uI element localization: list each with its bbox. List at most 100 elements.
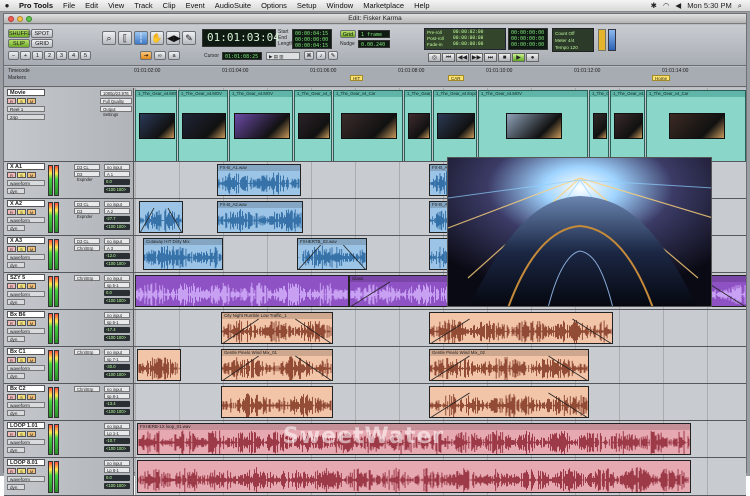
zoom-out-button[interactable]: − — [8, 51, 19, 60]
audio-clip[interactable]: Gentle Pinelo Wind Mix_02 — [429, 349, 589, 381]
link-timeline-icon[interactable]: ∞ — [154, 51, 166, 60]
menu-pro-tools[interactable]: Pro Tools — [14, 1, 58, 10]
scrubber-tool-icon[interactable]: ◀▶ — [166, 31, 181, 45]
conductor-icon[interactable] — [598, 29, 606, 51]
record-enable-button[interactable]: R — [7, 283, 16, 289]
pan-value[interactable]: <100 100> — [104, 224, 130, 230]
track-name[interactable]: X A2 — [7, 200, 45, 207]
input-selector[interactable]: no input — [104, 312, 130, 318]
mute-button[interactable]: M — [27, 246, 36, 252]
menu-file[interactable]: File — [58, 1, 80, 10]
fade-curve[interactable] — [430, 313, 612, 344]
track-name[interactable]: LOOP 1.01 — [7, 422, 45, 429]
menu-audiosuite[interactable]: AudioSuite — [210, 1, 256, 10]
input-selector[interactable]: no input — [104, 460, 130, 466]
clock-text[interactable]: Mon 5:30 PM — [687, 1, 732, 10]
zoom-preset-5[interactable]: 5 — [80, 51, 91, 60]
track-name[interactable]: Movie — [7, 89, 45, 96]
fade-curve[interactable] — [140, 202, 182, 233]
video-clip[interactable]: 1_The_Gear_v4_Car — [404, 90, 432, 161]
menu-clip[interactable]: Clip — [158, 1, 181, 10]
input-selector[interactable]: no input — [104, 164, 130, 170]
fade-curve[interactable] — [222, 313, 332, 344]
grid-mode-button[interactable]: GRID — [31, 39, 53, 48]
solo-button[interactable]: S — [17, 394, 26, 400]
output-selector[interactable]: sp 6-1 — [104, 319, 130, 325]
slip-mode-button[interactable]: SLIP — [8, 39, 30, 48]
keyboard-focus-icon[interactable]: a — [168, 51, 180, 60]
timecode-ruler[interactable]: 01:01:02:00 01:01:04:00 01:01:06:00 01:0… — [134, 68, 746, 74]
record-enable-button[interactable]: R — [7, 357, 16, 363]
insert-slot[interactable]: D3 CL — [74, 238, 100, 244]
record-enable-button[interactable]: R — [7, 468, 16, 474]
track-name[interactable]: Bx C1 — [7, 348, 45, 355]
menu-setup[interactable]: Setup — [292, 1, 322, 10]
track-name[interactable]: Bx B6 — [7, 311, 45, 318]
count-off-label[interactable]: Count Off — [555, 30, 591, 37]
mute-button[interactable]: M — [27, 468, 36, 474]
video-clip[interactable]: 1_The_Gear_v4.MOV — [589, 90, 609, 161]
tab-to-transient-icon[interactable]: ⇥ — [140, 51, 152, 60]
output-selector[interactable]: A 3 — [104, 245, 130, 251]
menu-help[interactable]: Help — [409, 1, 434, 10]
zoom-preset-2[interactable]: 2 — [44, 51, 55, 60]
fade-curve[interactable] — [222, 350, 332, 381]
audio-clip[interactable]: Cutaway HIT Dirty Mix — [143, 238, 223, 270]
playlist-selector[interactable]: dyn — [7, 410, 25, 416]
track-lane[interactable] — [135, 458, 746, 495]
volume-value[interactable]: -13.4 — [104, 401, 130, 407]
volume-value[interactable]: -30.0 — [104, 364, 130, 370]
mute-button[interactable]: M — [27, 431, 36, 437]
pencil-tool-icon[interactable]: ✎ — [182, 31, 196, 45]
insert-slot[interactable]: D3 Expnder — [74, 171, 100, 182]
menu-window[interactable]: Window — [322, 1, 359, 10]
video-clip[interactable]: 1_The_Gear_v4_Car — [333, 90, 403, 161]
solo-button[interactable]: S — [17, 357, 26, 363]
track-view-selector[interactable]: waveform — [7, 439, 45, 445]
record-enable-button[interactable]: R — [7, 246, 16, 252]
volume-value[interactable]: -17.4 — [104, 327, 130, 333]
video-window[interactable] — [447, 157, 712, 307]
pan-value[interactable]: <100 100> — [104, 187, 130, 193]
video-quality-button[interactable]: Full Quality — [100, 98, 132, 104]
pencil-icon[interactable]: ✎ — [328, 51, 338, 60]
volume-value[interactable]: 0.0 — [104, 179, 130, 185]
video-clip[interactable]: 1_The_Gear_v4_Car — [294, 90, 332, 161]
insert-slot[interactable]: ChnlStrp — [74, 349, 100, 355]
input-selector[interactable]: no input — [104, 423, 130, 429]
track-name[interactable]: X A1 — [7, 163, 45, 170]
video-output-button[interactable]: Output Settings — [100, 106, 132, 117]
track-name[interactable]: LOOP 8.01 — [7, 459, 45, 466]
audio-clip[interactable]: FXHERTB_03.wav — [297, 238, 367, 270]
play-button[interactable]: ▶ — [512, 53, 525, 62]
trim-tool-icon[interactable]: ⟦ — [118, 31, 132, 45]
nudge-value[interactable]: 0.00.240 — [358, 40, 390, 48]
input-selector[interactable]: no input — [104, 201, 130, 207]
wifi-icon[interactable]: ◠ — [663, 1, 670, 10]
menu-options[interactable]: Options — [256, 1, 292, 10]
video-format[interactable]: 1080p/23.976 — [100, 90, 132, 96]
input-selector[interactable]: no input — [104, 349, 130, 355]
pan-value[interactable]: <100 100> — [104, 261, 130, 267]
close-window-icon[interactable] — [8, 16, 14, 22]
track-lane[interactable]: City Night Rumble Low Traffic_1 — [135, 310, 746, 346]
zoom-in-button[interactable]: + — [20, 51, 31, 60]
insert-slot[interactable]: ChnlStrp — [74, 386, 100, 392]
return-to-zero-button[interactable]: ⏮ — [442, 53, 455, 62]
input-selector[interactable]: no input — [104, 386, 130, 392]
audio-clip[interactable] — [429, 386, 589, 418]
menu-edit[interactable]: Edit — [80, 1, 103, 10]
solo-button[interactable]: S — [17, 431, 26, 437]
zoomer-tool-icon[interactable]: ⌕ — [102, 31, 116, 45]
solo-button[interactable]: S — [17, 172, 26, 178]
length-value[interactable]: 00:00:04:15 — [295, 43, 329, 49]
video-clip[interactable]: 1_The_Gear_v4.MOV — [229, 90, 293, 161]
playlist-selector[interactable]: dyn — [7, 373, 25, 379]
meter-value[interactable]: 4/4 — [568, 38, 574, 43]
record-enable-button[interactable]: R — [7, 98, 16, 104]
fast-forward-button[interactable]: ▶▶ — [470, 53, 483, 62]
insert-slot[interactable]: D3 Expnder — [74, 208, 100, 219]
mute-button[interactable]: M — [27, 172, 36, 178]
insert-slot[interactable]: ChnlStrp — [74, 275, 100, 281]
audio-clip[interactable] — [139, 201, 183, 233]
